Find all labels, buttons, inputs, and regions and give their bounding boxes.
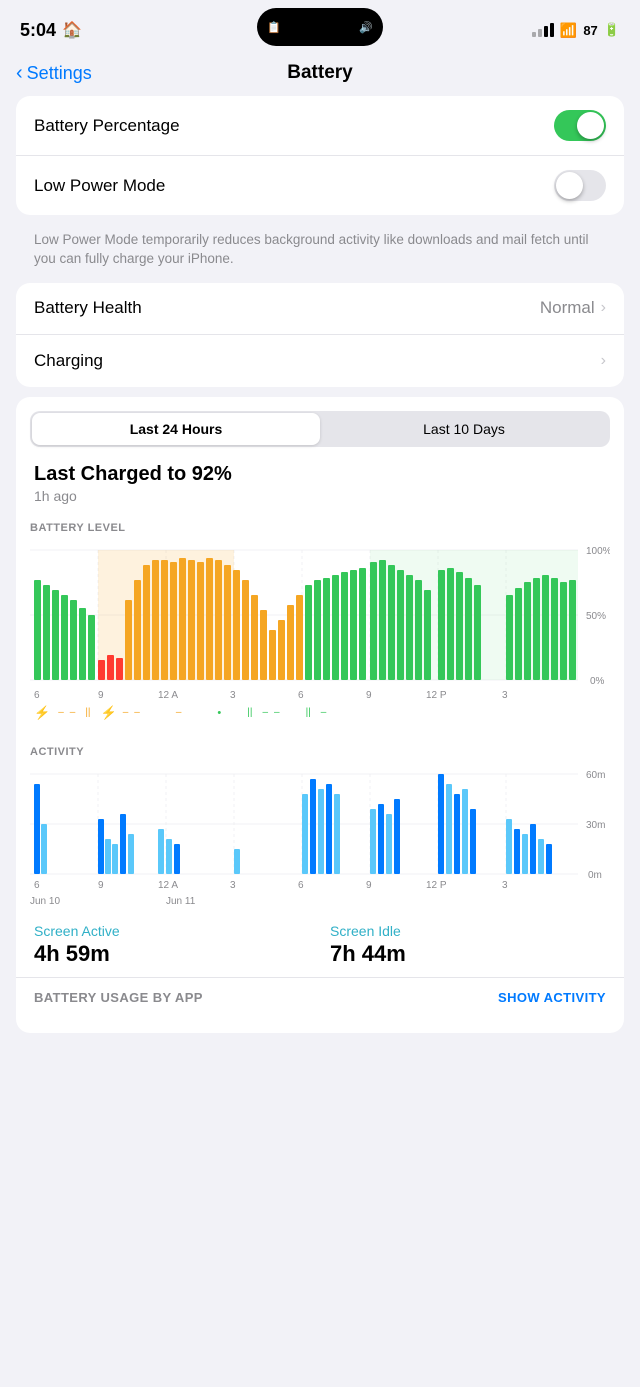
battery-level-section: BATTERY LEVEL (16, 508, 624, 722)
svg-text:9: 9 (366, 690, 372, 700)
nav-header: ‹ Settings Battery (0, 54, 640, 96)
svg-text:6: 6 (34, 690, 40, 700)
svg-text:9: 9 (98, 880, 104, 891)
svg-text:9: 9 (366, 880, 372, 891)
battery-percentage-label: Battery Percentage (34, 116, 180, 136)
low-power-mode-label: Low Power Mode (34, 176, 165, 196)
footer-row: BATTERY USAGE BY APP SHOW ACTIVITY (16, 977, 624, 1017)
signal-icon (532, 23, 554, 37)
svg-text:3: 3 (502, 690, 508, 700)
battery-chart-svg: 100% 50% 0% 6 9 12 A 3 6 9 12 P 3 (30, 540, 610, 700)
battery-icon: 87 (583, 23, 597, 38)
svg-text:50%: 50% (586, 611, 606, 622)
page-title: Battery (287, 62, 352, 84)
screen-active-label: Screen Active (34, 923, 310, 939)
wifi-icon: 📶 (560, 22, 577, 39)
svg-text:3: 3 (230, 880, 236, 891)
home-icon: 🏠 (62, 20, 82, 40)
date-label-jun11: Jun 11 (166, 896, 234, 907)
battery-health-row[interactable]: Battery Health Normal › (16, 283, 624, 335)
battery-chart-container: 100% 50% 0% 6 9 12 A 3 6 9 12 P 3 ⚡ – – … (30, 540, 610, 722)
dynamic-island: 📋 🔊 (257, 8, 383, 46)
low-power-hint: Low Power Mode temporarily reduces backg… (16, 225, 624, 283)
battery-percentage-toggle[interactable] (554, 110, 606, 141)
svg-text:12 P: 12 P (426, 690, 447, 700)
activity-chart-svg: 60m 30m 0m 6 9 12 A 3 6 9 12 P 3 (30, 764, 610, 894)
svg-text:12 A: 12 A (158, 690, 178, 700)
chevron-left-icon: ‹ (16, 62, 23, 85)
battery-health-label: Battery Health (34, 298, 142, 318)
svg-text:100%: 100% (586, 546, 610, 557)
svg-text:0m: 0m (588, 870, 602, 881)
svg-text:60m: 60m (586, 770, 605, 781)
activity-section: ACTIVITY (16, 732, 624, 907)
show-activity-link[interactable]: SHOW ACTIVITY (498, 990, 606, 1005)
battery-percentage-row: Battery Percentage (16, 96, 624, 156)
svg-text:12 A: 12 A (158, 880, 178, 891)
svg-text:6: 6 (298, 880, 304, 891)
activity-chart-container: 60m 30m 0m 6 9 12 A 3 6 9 12 P 3 Jun 10 … (30, 764, 610, 907)
date-label-jun10: Jun 10 (30, 896, 98, 907)
battery-health-value: Normal (540, 298, 595, 318)
screen-idle-block: Screen Idle 7h 44m (330, 923, 606, 967)
charging-label: Charging (34, 351, 103, 371)
chevron-right-icon: › (601, 299, 606, 317)
svg-text:30m: 30m (586, 820, 605, 831)
status-icons: 📶 87 🔋 (532, 22, 620, 39)
charge-info: Last Charged to 92% 1h ago (16, 447, 624, 508)
charging-indicators: ⚡ – – || ⚡ – – – • || – – || – (30, 700, 610, 722)
toggle-settings-card: Battery Percentage Low Power Mode (16, 96, 624, 215)
screen-idle-label: Screen Idle (330, 923, 606, 939)
segment-10days[interactable]: Last 10 Days (320, 413, 608, 445)
chevron-right-icon: › (601, 352, 606, 370)
usage-card: Last 24 Hours Last 10 Days Last Charged … (16, 397, 624, 1033)
status-time: 5:04 🏠 (20, 20, 82, 41)
time-segment-control[interactable]: Last 24 Hours Last 10 Days (30, 411, 610, 447)
battery-health-card: Battery Health Normal › Charging › (16, 283, 624, 387)
charging-row[interactable]: Charging › (16, 335, 624, 387)
charge-title: Last Charged to 92% (34, 463, 606, 486)
segment-24h[interactable]: Last 24 Hours (32, 413, 320, 445)
svg-text:6: 6 (34, 880, 40, 891)
low-power-mode-toggle[interactable] (554, 170, 606, 201)
battery-chart-label: BATTERY LEVEL (30, 522, 610, 534)
stats-row: Screen Active 4h 59m Screen Idle 7h 44m (16, 907, 624, 971)
usage-label: BATTERY USAGE BY APP (34, 990, 203, 1005)
screen-active-block: Screen Active 4h 59m (34, 923, 310, 967)
activity-chart-label: ACTIVITY (30, 746, 610, 758)
svg-text:6: 6 (298, 690, 304, 700)
svg-text:3: 3 (502, 880, 508, 891)
svg-text:0%: 0% (590, 676, 605, 687)
svg-text:3: 3 (230, 690, 236, 700)
svg-text:9: 9 (98, 690, 104, 700)
svg-text:12 P: 12 P (426, 880, 447, 891)
low-power-mode-row: Low Power Mode (16, 156, 624, 215)
screen-idle-value: 7h 44m (330, 941, 606, 967)
screen-active-value: 4h 59m (34, 941, 310, 967)
back-button[interactable]: ‹ Settings (16, 62, 92, 85)
charge-sub: 1h ago (34, 488, 606, 504)
